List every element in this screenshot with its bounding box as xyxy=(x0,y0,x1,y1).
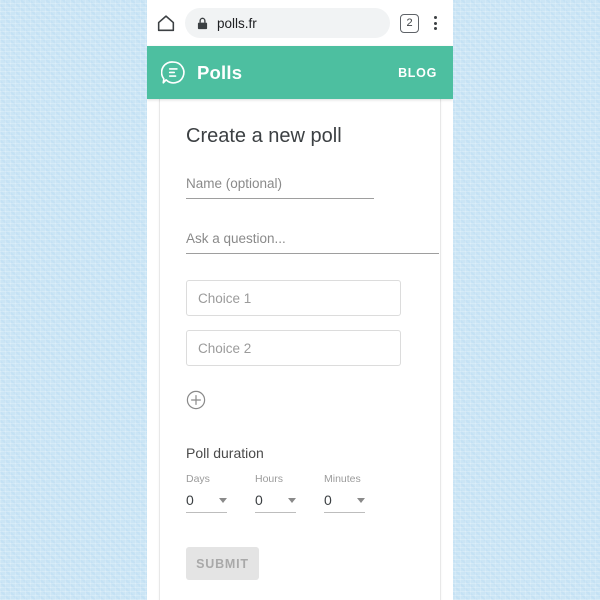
url-text: polls.fr xyxy=(217,15,257,31)
chevron-down-icon xyxy=(357,497,365,503)
blog-link[interactable]: BLOG xyxy=(398,66,437,80)
tab-counter-button[interactable]: 2 xyxy=(400,13,419,33)
duration-hours-label: Hours xyxy=(255,473,284,485)
app-header: Polls BLOG xyxy=(147,46,453,99)
choice-input-1[interactable]: Choice 1 xyxy=(186,280,401,316)
submit-button[interactable]: SUBMIT xyxy=(186,547,259,580)
create-poll-card: Create a new poll Name (optional) Ask a … xyxy=(159,99,441,600)
poll-speech-bubble-icon xyxy=(161,61,185,84)
home-icon[interactable] xyxy=(155,12,177,34)
duration-minutes-value: 0 xyxy=(324,492,332,508)
duration-hours-value: 0 xyxy=(255,492,263,508)
app-title: Polls xyxy=(197,61,243,83)
name-input-underline xyxy=(186,198,374,199)
question-input-underline xyxy=(186,253,439,254)
question-input[interactable]: Ask a question... xyxy=(186,231,439,254)
duration-minutes: Minutes 0 xyxy=(324,473,365,513)
choice-input-2[interactable]: Choice 2 xyxy=(186,330,401,366)
brand[interactable]: Polls xyxy=(161,60,242,85)
lock-icon xyxy=(197,17,208,29)
browser-viewport: polls.fr 2 Polls BLOG Create a new poll … xyxy=(147,0,453,600)
duration-hours-select[interactable]: 0 xyxy=(255,492,296,513)
overflow-menu-icon[interactable] xyxy=(427,12,443,34)
chevron-down-icon xyxy=(288,497,296,503)
duration-minutes-select[interactable]: 0 xyxy=(324,492,365,513)
choice-input-1-placeholder: Choice 1 xyxy=(198,290,252,306)
address-bar[interactable]: polls.fr xyxy=(185,8,390,38)
chevron-down-icon xyxy=(219,497,227,503)
tab-counter-value: 2 xyxy=(406,17,413,29)
question-input-placeholder: Ask a question... xyxy=(186,231,286,246)
name-input-placeholder: Name (optional) xyxy=(186,176,283,191)
choice-input-2-placeholder: Choice 2 xyxy=(198,340,252,356)
duration-days: Days 0 xyxy=(186,473,227,513)
page-title: Create a new poll xyxy=(186,125,342,147)
plus-circle-icon[interactable] xyxy=(186,390,206,410)
duration-minutes-label: Minutes xyxy=(324,473,361,485)
name-input[interactable]: Name (optional) xyxy=(186,176,374,199)
browser-toolbar: polls.fr 2 xyxy=(147,0,453,46)
page-content: Create a new poll Name (optional) Ask a … xyxy=(147,99,453,600)
duration-days-value: 0 xyxy=(186,492,194,508)
duration-days-label: Days xyxy=(186,473,210,485)
poll-duration-row: Days 0 Hours 0 Minutes 0 xyxy=(186,473,426,513)
duration-days-select[interactable]: 0 xyxy=(186,492,227,513)
duration-hours: Hours 0 xyxy=(255,473,296,513)
poll-duration-label: Poll duration xyxy=(186,445,264,461)
